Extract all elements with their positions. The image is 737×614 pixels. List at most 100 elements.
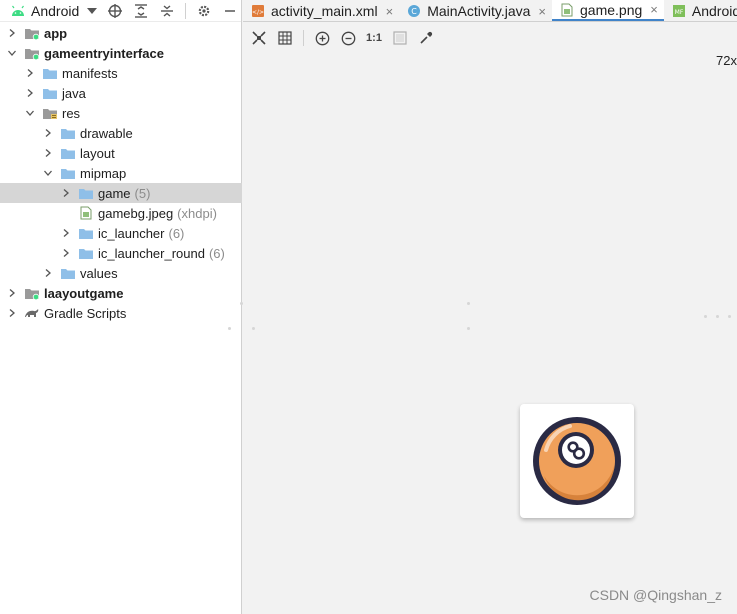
view-selector[interactable]: Android [10, 0, 98, 22]
tree-item-label: drawable [80, 125, 133, 141]
folder-icon [79, 249, 93, 259]
module-folder-icon [25, 289, 40, 300]
tree-item-label: game [98, 185, 131, 201]
tree-item-count: (6) [208, 245, 225, 261]
tree-item-label: gameentryinterface [44, 45, 164, 61]
chevron-right-icon[interactable] [60, 247, 72, 259]
tree-item-label: app [44, 25, 68, 41]
tree-item-label: gamebg.jpeg [98, 205, 174, 221]
collapse-all-icon[interactable] [159, 3, 175, 19]
tree-item-label: laayoutgame [44, 285, 124, 301]
gradle-icon [25, 309, 39, 317]
chevron-right-icon[interactable] [42, 127, 54, 139]
chevron-down-icon[interactable] [42, 167, 54, 179]
grid-icon[interactable] [277, 30, 293, 46]
manifest-file-icon: MF [672, 5, 685, 17]
svg-text:MF: MF [675, 9, 684, 16]
tree-item-manifests[interactable]: manifests [0, 63, 242, 83]
folder-icon [43, 69, 57, 79]
tree-item-layout[interactable]: layout [0, 143, 242, 163]
folder-icon [79, 229, 93, 239]
canvas-dot [716, 315, 719, 318]
zoom-out-icon[interactable] [340, 30, 356, 46]
canvas-dot [252, 327, 255, 330]
close-icon[interactable]: × [650, 2, 658, 17]
tree-item-label: ic_launcher [98, 225, 165, 241]
chevron-right-icon[interactable] [60, 227, 72, 239]
tree-item-gameentryinterface[interactable]: gameentryinterface [0, 43, 242, 63]
zoom-in-icon[interactable] [314, 30, 330, 46]
tree-item-game[interactable]: game (5) [0, 183, 242, 203]
svg-text:C: C [411, 7, 417, 16]
fit-screen-icon[interactable] [251, 30, 267, 46]
chevron-down-icon[interactable] [24, 107, 36, 119]
tree-item-label: res [62, 105, 81, 121]
image-file-icon [561, 3, 573, 16]
tree-item-java[interactable]: java [0, 83, 242, 103]
tree-item-label: ic_launcher_round [98, 245, 205, 261]
res-folder-icon [43, 109, 57, 119]
color-picker-icon[interactable] [418, 30, 434, 46]
module-folder-icon [25, 29, 40, 40]
chevron-right-icon[interactable] [6, 307, 18, 319]
chevron-right-icon[interactable] [6, 287, 18, 299]
tree-item-res[interactable]: res [0, 103, 242, 123]
tree-item-drawable[interactable]: drawable [0, 123, 242, 143]
module-folder-icon [25, 49, 40, 60]
tab-label: MainActivity.java [427, 3, 531, 19]
tab-mainactivity-java[interactable]: C MainActivity.java × [399, 0, 552, 21]
canvas-dot [228, 327, 231, 330]
chevron-right-icon[interactable] [42, 147, 54, 159]
tab-label: game.png [580, 1, 643, 18]
tab-activity-main-xml[interactable]: </> activity_main.xml × [243, 0, 399, 21]
tab-label: AndroidMa [691, 3, 737, 19]
chevron-right-icon[interactable] [6, 27, 18, 39]
tree-item-count: (6) [168, 225, 185, 241]
canvas-dot [704, 315, 707, 318]
folder-icon [43, 89, 57, 99]
tree-item-laayoutgame[interactable]: laayoutgame [0, 283, 242, 303]
tree-item-mipmap[interactable]: mipmap [0, 163, 242, 183]
minimize-icon[interactable] [222, 3, 238, 19]
image-canvas[interactable]: CSDN @Qingshan_z [228, 53, 737, 614]
image-preview [520, 404, 634, 518]
tree-item-label: manifests [62, 65, 118, 81]
tree-item-ic-launcher-round[interactable]: ic_launcher_round (6) [0, 243, 242, 263]
chevron-right-icon[interactable] [60, 187, 72, 199]
chevron-right-icon[interactable] [24, 67, 36, 79]
editor-tabs: </> activity_main.xml × C MainActivity.java ×… [243, 0, 737, 22]
tree-item-app[interactable]: app [0, 23, 242, 43]
view-selector-label: Android [31, 2, 80, 19]
tree-item-gradle-scripts[interactable]: Gradle Scripts [0, 303, 242, 323]
project-panel-toolbar: Android [0, 0, 241, 22]
expand-all-icon[interactable] [133, 3, 149, 19]
chevron-down-icon[interactable] [6, 47, 18, 59]
actual-size-button[interactable]: 1:1 [366, 30, 382, 46]
close-icon[interactable]: × [386, 4, 394, 19]
toolbar-divider [185, 2, 187, 19]
tree-item-label: values [80, 265, 118, 281]
watermark: CSDN @Qingshan_z [589, 587, 723, 603]
chevron-down-icon [87, 7, 98, 14]
tree-item-count: (5) [134, 185, 151, 201]
tree-item-values[interactable]: values [0, 263, 242, 283]
folder-icon [79, 189, 93, 199]
chevron-right-icon[interactable] [24, 87, 36, 99]
gear-icon[interactable] [196, 3, 212, 19]
image-editor-toolbar: 1:1 72x [243, 23, 737, 68]
background-toggle-icon[interactable] [392, 30, 408, 46]
tab-androidma[interactable]: MF AndroidMa [664, 0, 737, 21]
svg-text:</>: </> [252, 9, 264, 16]
tree-item-gamebg-jpeg[interactable]: gamebg.jpeg (xhdpi) [0, 203, 242, 223]
tab-game-png[interactable]: game.png × [552, 0, 664, 21]
canvas-dot [728, 315, 731, 318]
locate-target-icon[interactable] [107, 3, 123, 19]
tree-item-ic-launcher[interactable]: ic_launcher (6) [0, 223, 242, 243]
class-file-icon: C [408, 5, 421, 17]
close-icon[interactable]: × [538, 4, 546, 19]
chevron-right-icon[interactable] [42, 267, 54, 279]
android-icon [12, 5, 24, 16]
toolbar-divider [303, 30, 304, 46]
canvas-dot [467, 327, 470, 330]
